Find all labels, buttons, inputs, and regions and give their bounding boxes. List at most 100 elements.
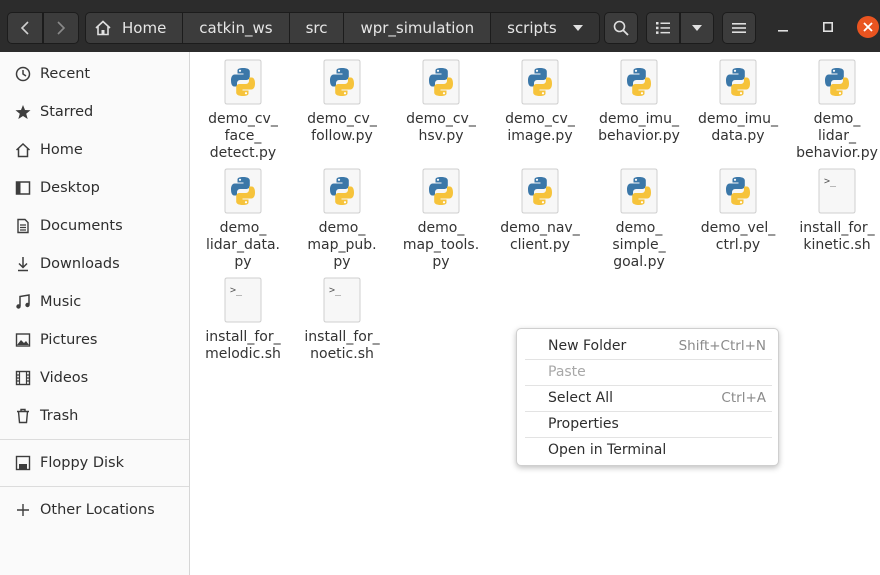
file-name-line: image.py xyxy=(507,128,573,144)
caret-down-icon xyxy=(692,25,702,31)
picture-icon xyxy=(14,331,32,349)
python-file-icon xyxy=(521,59,559,105)
python-file-icon xyxy=(224,168,262,214)
breadcrumb-catkin-ws[interactable]: catkin_ws xyxy=(183,12,290,44)
file-item[interactable]: demo_ lidar_data. py xyxy=(198,168,288,271)
file-item[interactable]: demo_imu_ data.py xyxy=(693,59,783,145)
main-menu-button[interactable] xyxy=(722,12,756,44)
file-name-line: demo_cv_ xyxy=(505,111,575,127)
file-name: demo_ lidar_data. py xyxy=(198,220,288,271)
sidebar-item-recent[interactable]: Recent xyxy=(0,55,189,93)
view-options-button[interactable] xyxy=(680,12,714,44)
sidebar-item-home[interactable]: Home xyxy=(0,131,189,169)
close-button[interactable] xyxy=(857,16,879,38)
sidebar-item-desktop[interactable]: Desktop xyxy=(0,169,189,207)
breadcrumb-scripts[interactable]: scripts xyxy=(491,12,600,44)
floppy-icon xyxy=(14,454,32,472)
file-item[interactable]: >_ install_for_ kinetic.sh xyxy=(792,168,880,254)
file-name-line: demo_vel_ xyxy=(700,220,776,236)
file-name-line: demo_imu_ xyxy=(697,111,779,127)
menu-item-label: New Folder xyxy=(548,338,627,354)
file-view[interactable]: demo_cv_ face_ detect.py demo_cv_ follow.py d… xyxy=(191,52,880,575)
sidebar-item-starred[interactable]: Starred xyxy=(0,93,189,131)
file-name: demo_cv_ face_ detect.py xyxy=(198,111,288,162)
file-name: demo_vel_ ctrl.py xyxy=(693,220,783,254)
menu-item-open-in-terminal[interactable]: Open in Terminal xyxy=(521,437,774,463)
file-item[interactable]: demo_cv_ image.py xyxy=(495,59,585,145)
file-item[interactable]: demo_vel_ ctrl.py xyxy=(693,168,783,254)
sidebar-item-trash[interactable]: Trash xyxy=(0,397,189,435)
file-name-line: melodic.sh xyxy=(205,346,281,362)
sidebar-item-music[interactable]: Music xyxy=(0,283,189,321)
file-item[interactable]: demo_cv_ hsv.py xyxy=(396,59,486,145)
list-view-button[interactable] xyxy=(646,12,680,44)
download-icon xyxy=(14,255,32,273)
file-name: demo_ lidar_ behavior.py xyxy=(792,111,880,162)
sidebar-item-other-locations[interactable]: Other Locations xyxy=(0,491,189,529)
file-name: demo_ map_tools. py xyxy=(396,220,486,271)
sidebar-item-label: Music xyxy=(40,294,82,310)
file-item[interactable]: demo_cv_ face_ detect.py xyxy=(198,59,288,162)
file-item[interactable]: demo_nav_ client.py xyxy=(495,168,585,254)
file-item[interactable]: demo_ simple_ goal.py xyxy=(594,168,684,271)
file-item[interactable]: demo_ lidar_ behavior.py xyxy=(792,59,880,162)
maximize-button[interactable] xyxy=(817,16,839,38)
python-file-icon xyxy=(521,168,559,214)
file-name-line: simple_ xyxy=(612,237,666,253)
file-name-line: detect.py xyxy=(209,145,277,161)
menu-item-label: Open in Terminal xyxy=(548,442,667,458)
menu-item-properties[interactable]: Properties xyxy=(521,411,774,437)
file-item[interactable]: >_ install_for_ melodic.sh xyxy=(198,277,288,363)
file-item[interactable]: demo_ map_pub. py xyxy=(297,168,387,271)
breadcrumb-src[interactable]: src xyxy=(289,12,345,44)
sidebar-item-documents[interactable]: Documents xyxy=(0,207,189,245)
file-name-line: demo_ xyxy=(813,111,861,127)
file-name-line: lidar_data. xyxy=(206,237,280,253)
sidebar-separator xyxy=(0,439,189,440)
sidebar-item-downloads[interactable]: Downloads xyxy=(0,245,189,283)
file-name-line: client.py xyxy=(509,237,571,253)
file-item[interactable]: demo_ map_tools. py xyxy=(396,168,486,271)
home-icon xyxy=(14,141,32,159)
file-name-line: install_for_ xyxy=(799,220,875,236)
sidebar-item-pictures[interactable]: Pictures xyxy=(0,321,189,359)
shell-script-icon: >_ xyxy=(224,277,262,323)
file-name-line: install_for_ xyxy=(205,329,281,345)
breadcrumb-label: Home xyxy=(122,19,167,37)
sidebar-item-label: Starred xyxy=(40,104,94,120)
file-name-line: demo_nav_ xyxy=(500,220,580,236)
python-file-icon xyxy=(422,59,460,105)
file-name: demo_ simple_ goal.py xyxy=(594,220,684,271)
minimize-icon xyxy=(778,30,788,32)
python-file-icon xyxy=(323,168,361,214)
python-file-icon xyxy=(422,168,460,214)
file-name-line: ctrl.py xyxy=(715,237,761,253)
forward-button[interactable] xyxy=(43,12,79,44)
file-name-line: map_tools. xyxy=(402,237,480,253)
file-name: demo_cv_ hsv.py xyxy=(396,111,486,145)
file-item[interactable]: demo_imu_ behavior.py xyxy=(594,59,684,145)
search-icon xyxy=(613,20,629,36)
file-item[interactable]: demo_cv_ follow.py xyxy=(297,59,387,145)
menu-item-select-all[interactable]: Select All Ctrl+A xyxy=(521,385,774,411)
breadcrumb-label: src xyxy=(305,19,328,37)
list-view-icon xyxy=(656,22,670,34)
menu-item-label: Select All xyxy=(548,390,613,406)
menu-item-new-folder[interactable]: New Folder Shift+Ctrl+N xyxy=(521,333,774,359)
menu-item-shortcut: Shift+Ctrl+N xyxy=(678,338,766,354)
breadcrumb-home[interactable]: Home xyxy=(85,12,184,44)
back-button[interactable] xyxy=(7,12,43,44)
clock-icon xyxy=(14,65,32,83)
file-name-line: demo_ xyxy=(615,220,663,236)
file-name-line: face_ xyxy=(224,128,262,144)
menu-item-paste[interactable]: Paste xyxy=(521,359,774,385)
sidebar-item-videos[interactable]: Videos xyxy=(0,359,189,397)
file-item[interactable]: >_ install_for_ noetic.sh xyxy=(297,277,387,363)
search-button[interactable] xyxy=(604,12,638,44)
breadcrumb-label: scripts xyxy=(507,19,557,37)
maximize-icon xyxy=(823,22,833,32)
sidebar-item-label: Videos xyxy=(40,370,89,386)
breadcrumb-wpr-simulation[interactable]: wpr_simulation xyxy=(344,12,492,44)
sidebar-item-floppy-disk[interactable]: Floppy Disk xyxy=(0,444,189,482)
minimize-button[interactable] xyxy=(772,16,794,38)
